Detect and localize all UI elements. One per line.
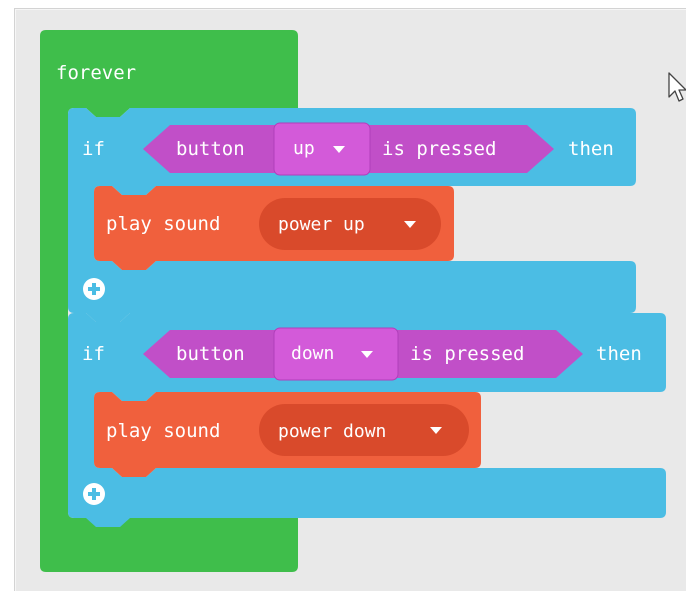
if-label-2: if bbox=[82, 343, 105, 365]
button-label-1: button bbox=[176, 138, 245, 160]
forever-label: forever bbox=[56, 62, 137, 84]
then-label-2: then bbox=[596, 343, 642, 365]
plus-circle-icon[interactable] bbox=[83, 483, 105, 505]
button-value-1: up bbox=[293, 138, 315, 159]
button-dropdown-1[interactable] bbox=[273, 122, 371, 176]
play-sound-label-2: play sound bbox=[106, 420, 221, 442]
plus-circle-icon[interactable] bbox=[83, 278, 105, 300]
then-label-1: then bbox=[568, 138, 614, 160]
if-label-1: if bbox=[82, 138, 105, 160]
play-sound-label-1: play sound bbox=[106, 213, 221, 235]
button-value-2: down bbox=[291, 343, 335, 364]
blocks-canvas bbox=[40, 30, 666, 572]
button-label-2: button bbox=[176, 343, 245, 365]
is-pressed-label-2: is pressed bbox=[410, 343, 525, 365]
mouse-pointer-icon bbox=[668, 72, 686, 102]
sound-value-1: power up bbox=[278, 214, 365, 235]
is-pressed-label-1: is pressed bbox=[382, 138, 497, 160]
sound-value-2: power down bbox=[278, 421, 387, 442]
